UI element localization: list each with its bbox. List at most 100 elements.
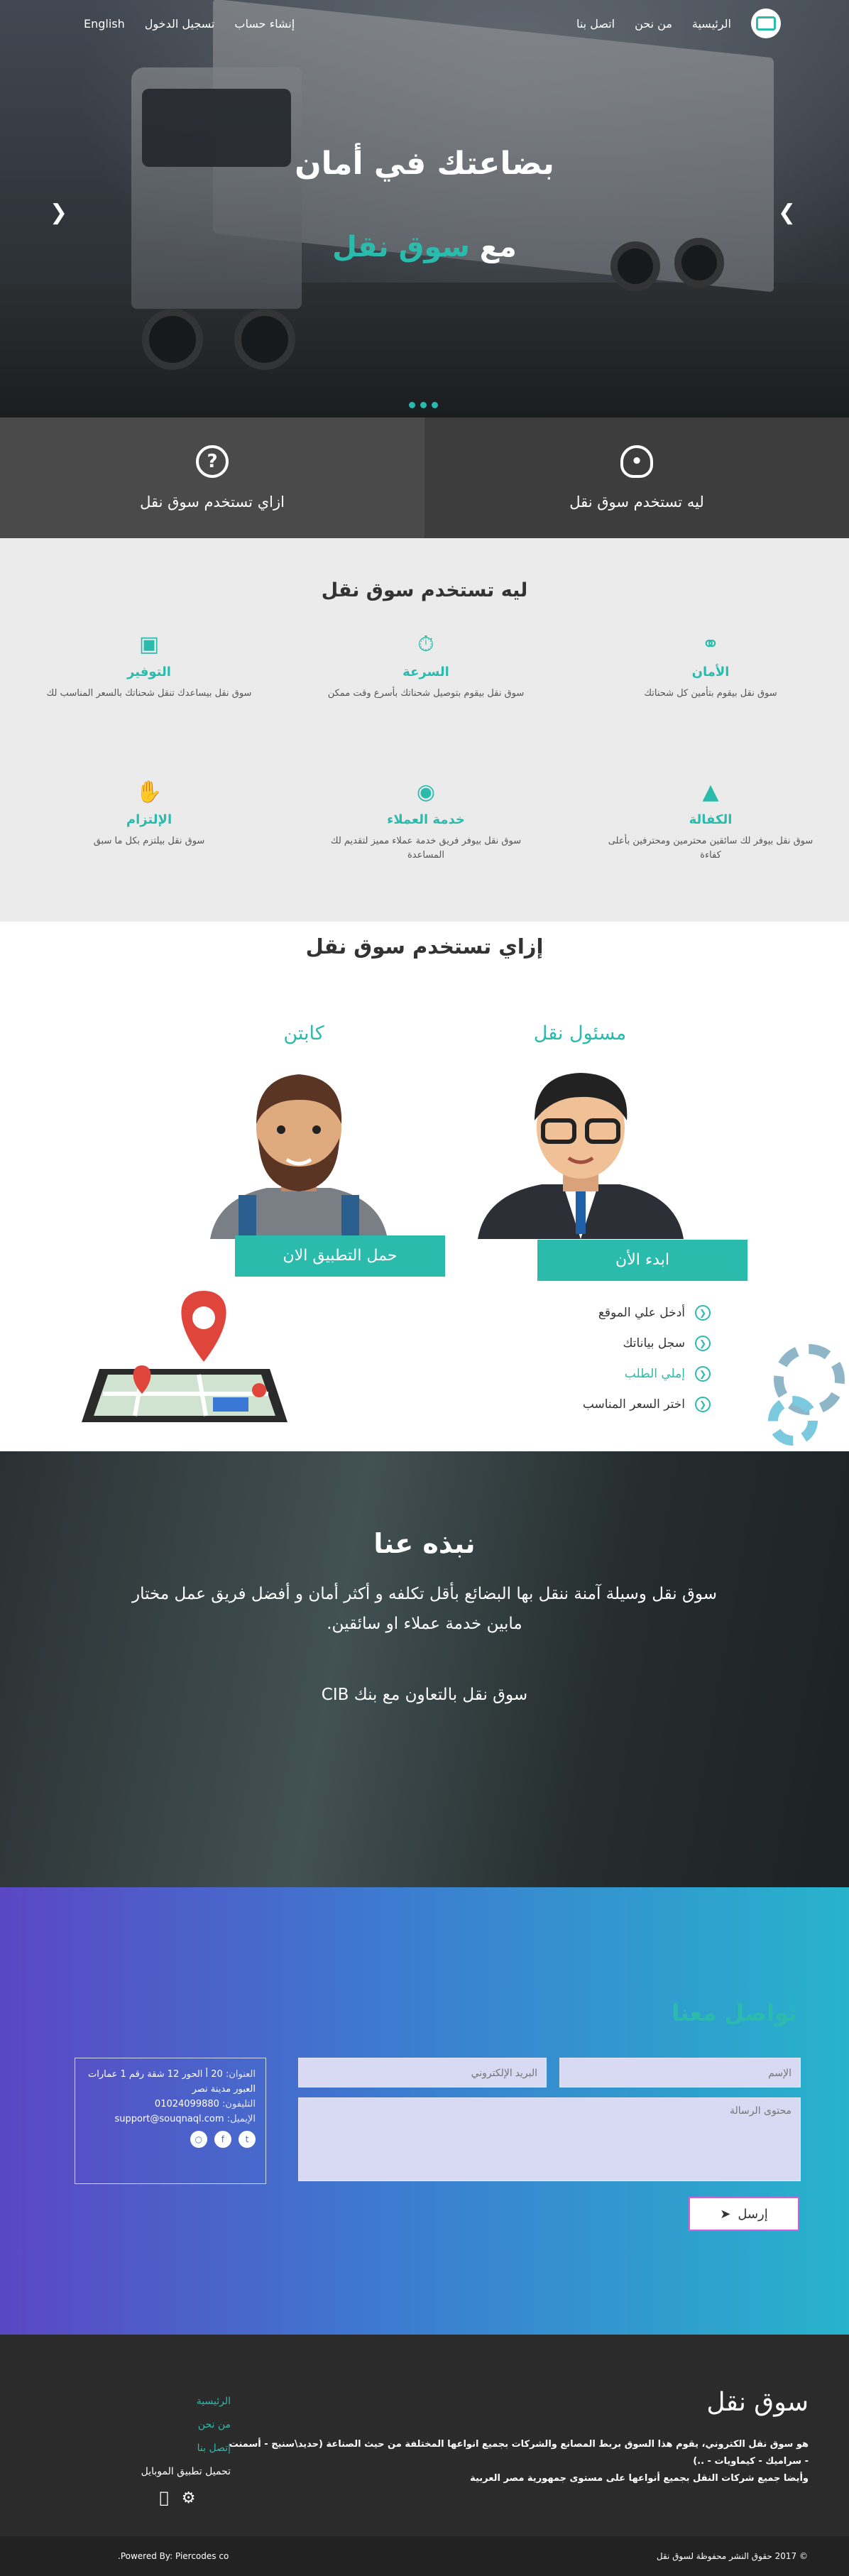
step-label: اختر السعر المناسب: [582, 1397, 685, 1412]
footer-links: الرئيسية من نحن إتصل بنا تحميل تطبيق الم…: [124, 2390, 231, 2510]
footer-brand: سوق نقل: [706, 2388, 809, 2417]
chevron-left-icon: ❮: [695, 1397, 711, 1412]
phone-value: 01024099880: [154, 2099, 219, 2110]
footer-link-contact[interactable]: إتصل بنا: [124, 2437, 231, 2460]
phone-label: التليفون:: [222, 2099, 256, 2110]
app-store-links: ⚙ : [124, 2487, 231, 2510]
about-section: نبذه عنا سوق نقل وسيلة آمنة ننقل بها الب…: [0, 1451, 849, 1887]
chart-icon: ▲: [702, 780, 719, 804]
footer-link-home[interactable]: الرئيسية: [124, 2390, 231, 2413]
shipper-title: مسئول نقل: [533, 1022, 627, 1044]
panel-how[interactable]: ? ازاي تستخدم سوق نقل: [0, 417, 424, 538]
feature-security: ⚭ الأمان سوق نقل بيقوم بتأمين كل شحناتك: [604, 631, 817, 701]
panel-why-label: ليه تستخدم سوق نقل: [569, 493, 704, 511]
bottom-bar: © 2017 حقوق النشر محفوظة لسوق نقل Powere…: [0, 2536, 849, 2576]
panel-how-label: ازاي تستخدم سوق نقل: [140, 493, 285, 511]
step-item: ❮ أدخل علي الموقع: [583, 1305, 711, 1321]
address-label: العنوان:: [225, 2069, 256, 2080]
chevron-left-icon: ❮: [695, 1336, 711, 1351]
speed-icon: ⏱: [417, 632, 434, 657]
handshake-icon: ✋: [136, 780, 163, 804]
panel-why[interactable]: • ليه تستخدم سوق نقل: [424, 417, 849, 538]
footer-desc-line: هو سوق نقل الكتروني، يقوم هذا السوق بربط…: [229, 2439, 809, 2467]
top-nav: الرئيسية من نحن اتصل بنا إنشاء حساب تسجي…: [0, 0, 849, 47]
lightbulb-icon: •: [620, 445, 653, 478]
slider-dot[interactable]: [409, 402, 415, 408]
step-label: سجل بياناتك: [623, 1336, 685, 1350]
shipper-avatar: [478, 1073, 684, 1239]
feature-title: الأمان: [691, 665, 730, 680]
nav-about-link[interactable]: من نحن: [635, 17, 672, 31]
logo[interactable]: [751, 9, 781, 38]
feature-title: خدمة العملاء: [387, 812, 465, 827]
question-icon: ?: [196, 445, 229, 478]
slider-prev-arrow-icon[interactable]: ❯: [778, 200, 796, 225]
feature-speed: ⏱ السرعة سوق نقل بيقوم بتوصيل شحناتك بأس…: [319, 631, 532, 701]
address-row: العنوان: 20 أ الحور 12 شقة رقم 1 عمارات …: [85, 2067, 256, 2097]
slider-dot[interactable]: [432, 402, 438, 408]
captain-avatar: [210, 1074, 388, 1239]
nav-main-links: الرئيسية من نحن اتصل بنا: [576, 9, 781, 38]
hero-overlay: [0, 0, 849, 417]
email-value: support@souqnaql.com: [114, 2114, 224, 2124]
nav-home-link[interactable]: الرئيسية: [692, 17, 731, 31]
how-title: إزاي تستخدم سوق نقل: [305, 934, 544, 959]
hero-slider: الرئيسية من نحن اتصل بنا إنشاء حساب تسجي…: [0, 0, 849, 417]
shipper-start-button[interactable]: ابدء الأن: [537, 1240, 747, 1281]
slider-dot[interactable]: [420, 402, 427, 408]
nav-account-links: إنشاء حساب تسجيل الدخول English: [84, 17, 295, 31]
feature-desc: سوق نقل بيقوم بتوصيل شحناتك بأسرع وقت مم…: [327, 688, 525, 699]
headset-icon: ◉: [416, 780, 436, 804]
copyright-text: © 2017 حقوق النشر محفوظة لسوق نقل: [656, 2551, 808, 2561]
footer-link-about[interactable]: من نحن: [124, 2413, 231, 2437]
email-label: الإيميل:: [226, 2114, 256, 2124]
feature-guarantee: ▲ الكفالة سوق نقل بيوفر لك سائقين محترمي…: [604, 778, 817, 863]
captain-download-button[interactable]: حمل التطبيق الان: [235, 1235, 445, 1277]
instagram-icon[interactable]: ○: [190, 2131, 207, 2148]
social-links: t f ○: [85, 2131, 256, 2148]
chevron-left-icon: ❮: [695, 1366, 711, 1382]
nav-login-link[interactable]: تسجيل الدخول: [145, 17, 215, 31]
apple-icon[interactable]: : [160, 2487, 169, 2510]
quick-panels: • ليه تستخدم سوق نقل ? ازاي تستخدم سوق ن…: [0, 417, 849, 538]
contact-title: تواصل معنا: [672, 1999, 797, 2026]
why-title: ليه تستخدم سوق نقل: [321, 579, 528, 601]
nav-language-link[interactable]: English: [84, 17, 125, 31]
money-icon: ▣: [138, 632, 160, 657]
nav-contact-link[interactable]: اتصل بنا: [576, 17, 615, 31]
captain-title: كابتن: [283, 1022, 324, 1044]
step-item: ❮ اختر السعر المناسب: [583, 1397, 711, 1412]
feature-desc: سوق نقل بيوفر فريق خدمة عملاء مميز لتقدي…: [330, 836, 522, 861]
android-icon[interactable]: ⚙: [182, 2487, 196, 2510]
feature-desc: سوق نقل بيقوم بتأمين كل شحناتك: [644, 688, 777, 699]
hero-subtitle: مع سوق نقل: [0, 231, 849, 263]
about-partner-text: سوق نقل بالتعاون مع بنك CIB: [321, 1686, 528, 1704]
slider-next-arrow-icon[interactable]: ❮: [50, 200, 67, 225]
facebook-icon[interactable]: f: [214, 2131, 231, 2148]
slider-dots: [409, 402, 438, 408]
how-section: إزاي تستخدم سوق نقل مسئول نقل كابتن ابدء…: [0, 922, 849, 1451]
about-overlay: [0, 1451, 849, 1887]
footer-desc-line: وأيضا جميع شركات النقل بجميع أنواعها على…: [470, 2473, 809, 2484]
name-input[interactable]: [559, 2058, 801, 2087]
twitter-icon[interactable]: t: [239, 2131, 256, 2148]
feature-desc: سوق نقل بيلتزم بكل ما سبق: [93, 836, 205, 846]
nav-signup-link[interactable]: إنشاء حساب: [234, 17, 295, 31]
phone-map-illustration: [82, 1291, 287, 1422]
message-input[interactable]: [298, 2097, 801, 2181]
why-section: ليه تستخدم سوق نقل ⚭ الأمان سوق نقل بيقو…: [0, 538, 849, 922]
hero-subtitle-brand: سوق نقل: [332, 231, 470, 263]
send-button[interactable]: إرسل ➤: [689, 2197, 799, 2231]
step-label: أدخل علي الموقع: [598, 1306, 685, 1320]
link-icon: ⚭: [701, 632, 720, 657]
step-label: إملي الطلب: [624, 1367, 685, 1381]
feature-saving: ▣ التوفير سوق نقل بيساعدك تنقل شحناتك با…: [43, 631, 256, 701]
email-input[interactable]: [298, 2058, 547, 2087]
about-title: نبذه عنا: [373, 1528, 476, 1559]
about-text: سوق نقل وسيلة آمنة ننقل بها البضائع بأقل…: [132, 1585, 717, 1633]
footer-description: هو سوق نقل الكتروني، يقوم هذا السوق بربط…: [226, 2436, 809, 2487]
contact-info-box: العنوان: 20 أ الحور 12 شقة رقم 1 عمارات …: [75, 2058, 266, 2184]
step-item: ❮ سجل بياناتك: [583, 1336, 711, 1351]
hero-subtitle-prefix: مع: [479, 231, 517, 263]
feature-desc: سوق نقل بيوفر لك سائقين محترمين ومحترفين…: [608, 836, 814, 861]
